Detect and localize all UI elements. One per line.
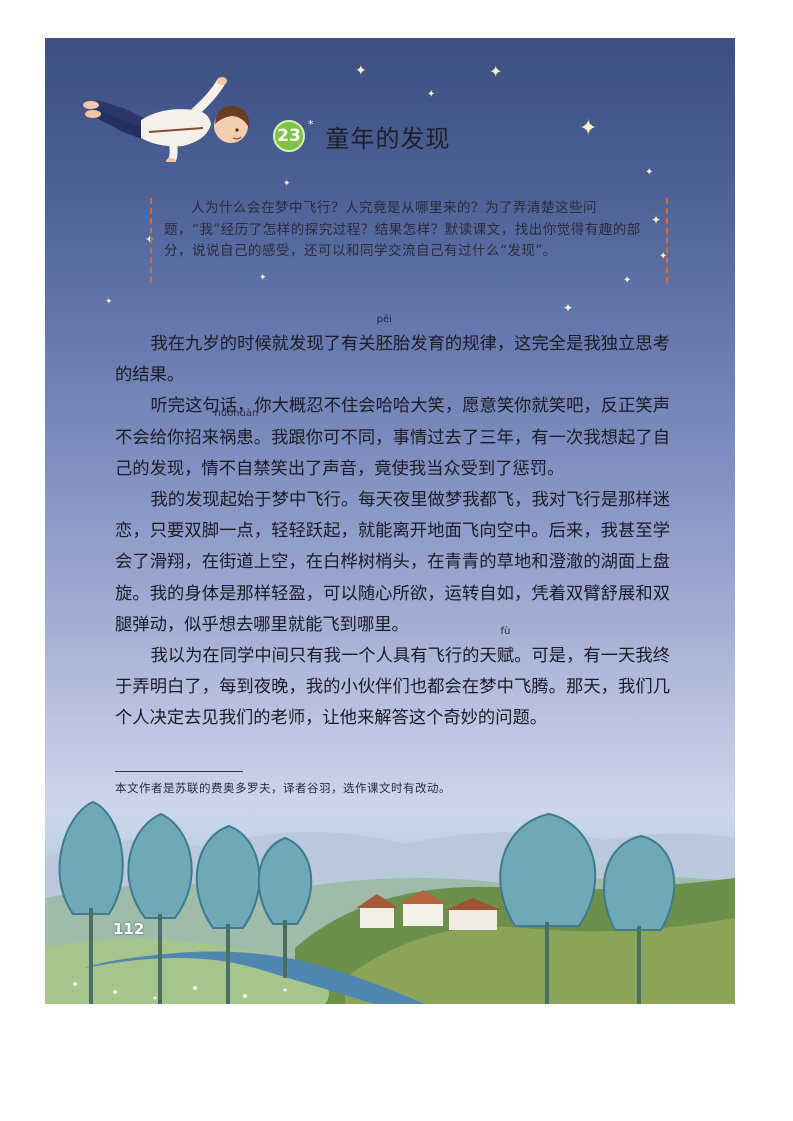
star-icon: ✦: [645, 167, 654, 178]
page-number: 112: [113, 920, 145, 938]
paragraph-2: 听完这句话，你大概忍不住会哈哈大笑，愿意笑你就笑吧，反正笑声不会给你招来祸患 hu…: [115, 391, 670, 485]
textbook-page: ✦ ✦ ✦ ✦ ✦ ✦ ✦ ✦ ✦ ✦ ✦ ✦ ✦ 23 * 童年的发现 人为什…: [45, 38, 735, 1004]
paragraph-text: 我在九岁的时候就发现了有关: [150, 334, 376, 354]
star-icon: ✦: [427, 89, 436, 100]
ruby-word: 胚 pēi: [375, 315, 393, 360]
pinyin-annotation: pēi: [376, 314, 392, 325]
pinyin-annotation: fù: [500, 626, 511, 638]
reading-guide-box: 人为什么会在梦中飞行？人究竟是从哪里来的？为了弄清楚这些问题，“我”经历了怎样的…: [150, 198, 668, 283]
paragraph-1: 我在九岁的时候就发现了有关胚 pēi 胎发育的规律，这完全是我独立思考的结果。: [115, 315, 670, 391]
flying-boy-illustration: [83, 77, 250, 162]
ruby-word: 赋 fù: [496, 627, 515, 672]
star-icon: ✦: [283, 179, 291, 189]
ruby-base: 胚: [375, 334, 393, 354]
star-icon: ✦: [563, 301, 574, 315]
ruby-word: 祸患 huòhuàn: [214, 408, 258, 454]
article-body: 我在九岁的时候就发现了有关胚 pēi 胎发育的规律，这完全是我独立思考的结果。 听完…: [115, 315, 670, 735]
paragraph-4: 我以为在同学中间只有我一个人具有飞行的天赋 fù 。可是，有一天我终于弄明白了，每到…: [115, 627, 670, 735]
star-icon: ✦: [489, 62, 503, 81]
reading-guide-text: 人为什么会在梦中飞行？人究竟是从哪里来的？为了弄清楚这些问题，“我”经历了怎样的…: [164, 200, 641, 259]
star-icon: ✦: [355, 63, 367, 79]
self-study-mark: *: [308, 118, 314, 131]
lesson-number-badge: 23: [273, 120, 305, 152]
pinyin-annotation: huòhuàn: [214, 407, 259, 419]
paragraph-text: 我以为在同学中间只有我一个人具有飞行的天: [150, 646, 497, 667]
ruby-base: 赋: [496, 646, 515, 667]
landscape-illustration: [45, 800, 735, 1004]
ruby-base: 祸患: [219, 427, 254, 448]
paragraph-3: 我的发现起始于梦中飞行。每天夜里做梦我都飞，我对飞行是那样迷恋，只要双脚一点，轻…: [115, 490, 670, 635]
star-icon: ✦: [105, 297, 113, 307]
star-icon: ✦: [579, 116, 598, 141]
footnote-divider: [115, 771, 243, 772]
lesson-title: 童年的发现: [325, 124, 451, 153]
lesson-header: 23 * 童年的发现: [273, 116, 451, 156]
